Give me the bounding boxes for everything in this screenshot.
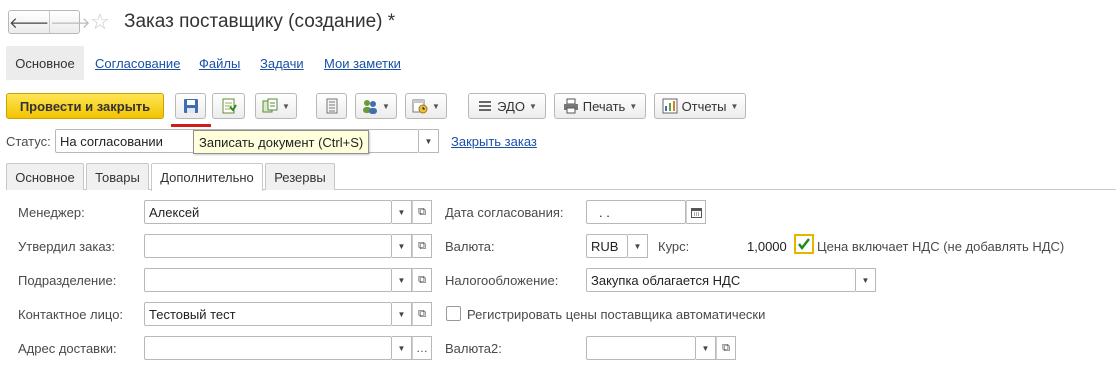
create-based-on-icon xyxy=(262,98,278,113)
chevron-down-icon: ▼ xyxy=(432,101,440,111)
reports-button-label: Отчеты xyxy=(681,98,727,114)
contact-field[interactable]: Тестовый тест xyxy=(144,302,392,326)
history-nav: 🡐 🡒 xyxy=(8,10,90,34)
favorite-star-icon[interactable]: ☆ xyxy=(90,9,110,35)
manager-dropdown-icon[interactable]: ▼ xyxy=(392,200,412,224)
tab-reserves[interactable]: Резервы xyxy=(265,163,335,190)
delivery-address-field[interactable] xyxy=(144,336,392,360)
approval-date-field[interactable]: . . xyxy=(586,200,686,224)
page-title: Заказ поставщику (создание) * xyxy=(124,11,396,32)
manager-value: Алексей xyxy=(149,204,200,220)
edo-button[interactable]: ЭДО ▼ xyxy=(468,93,546,119)
currency2-field[interactable] xyxy=(586,336,696,360)
tab-main-label: Основное xyxy=(15,169,75,185)
calendar-icon[interactable] xyxy=(686,200,706,224)
close-order-link[interactable]: Закрыть заказ xyxy=(451,134,537,149)
department-field[interactable] xyxy=(144,268,392,292)
currency2-dropdown-icon[interactable]: ▼ xyxy=(696,336,716,360)
tab-goods[interactable]: Товары xyxy=(86,163,149,190)
forward-arrow-icon[interactable]: 🡒 xyxy=(49,11,90,33)
floppy-disk-icon xyxy=(183,99,198,113)
contact-open-icon[interactable]: ⧉ xyxy=(412,302,432,326)
approved-by-label: Утвердил заказ: xyxy=(18,239,115,254)
printer-icon xyxy=(563,98,578,114)
top-tab-files[interactable]: Файлы xyxy=(199,56,240,71)
document-list-icon xyxy=(326,98,337,114)
contact-value: Тестовый тест xyxy=(149,306,236,322)
checkmark-icon xyxy=(798,238,810,251)
create-based-on-button[interactable]: ▼ xyxy=(255,93,297,119)
approved-by-field[interactable] xyxy=(144,234,392,258)
taxation-value: Закупка облагается НДС xyxy=(591,272,741,288)
tab-additional-label: Дополнительно xyxy=(160,170,254,185)
department-label: Подразделение: xyxy=(18,273,117,288)
calendar-glyph-icon xyxy=(690,207,702,218)
vat-included-checkbox[interactable] xyxy=(794,234,814,254)
tab-goods-label: Товары xyxy=(95,169,140,185)
save-highlight xyxy=(171,124,211,127)
chevron-down-icon: ▼ xyxy=(382,101,390,111)
manager-field[interactable]: Алексей xyxy=(144,200,392,224)
vat-included-label[interactable]: Цена включает НДС (не добавлять НДС) xyxy=(817,239,1064,254)
chevron-down-icon: ▼ xyxy=(629,101,638,111)
contact-label: Контактное лицо: xyxy=(18,307,124,322)
taxation-label: Налогообложение: xyxy=(445,273,559,288)
register-prices-checkbox[interactable] xyxy=(446,306,461,321)
manager-open-icon[interactable]: ⧉ xyxy=(412,200,432,224)
reminder-button[interactable]: ▼ xyxy=(405,93,447,119)
tab-additional[interactable]: Дополнительно xyxy=(151,163,263,191)
top-tab-tasks[interactable]: Задачи xyxy=(260,56,304,71)
edo-stack-icon xyxy=(479,101,492,111)
post-button[interactable] xyxy=(212,93,245,119)
print-button[interactable]: Печать ▼ xyxy=(554,93,646,119)
print-button-label: Печать xyxy=(582,98,626,114)
document-structure-button[interactable] xyxy=(316,93,347,119)
currency2-open-icon[interactable]: ⧉ xyxy=(716,336,736,360)
approval-date-value: . . xyxy=(599,204,610,220)
top-tab-main[interactable]: Основное xyxy=(6,46,84,80)
currency-label: Валюта: xyxy=(445,239,495,254)
back-arrow-icon[interactable]: 🡐 xyxy=(9,11,49,33)
chevron-down-icon: ▼ xyxy=(730,101,739,111)
top-tab-main-label: Основное xyxy=(15,55,75,71)
approved-by-dropdown-icon[interactable]: ▼ xyxy=(392,234,412,258)
department-dropdown-icon[interactable]: ▼ xyxy=(392,268,412,292)
reports-button[interactable]: Отчеты ▼ xyxy=(654,93,746,119)
rate-label: Курс: xyxy=(658,239,690,254)
taxation-dropdown-icon[interactable]: ▼ xyxy=(856,268,876,292)
tab-main[interactable]: Основное xyxy=(6,163,84,190)
top-tab-approval[interactable]: Согласование xyxy=(95,56,180,71)
delivery-address-more-icon[interactable]: … xyxy=(412,336,432,360)
post-document-icon xyxy=(222,98,237,114)
register-prices-label[interactable]: Регистрировать цены поставщика автоматич… xyxy=(467,307,765,322)
currency-field[interactable]: RUB xyxy=(586,234,628,258)
status-label: Статус: xyxy=(6,134,51,149)
approval-date-label: Дата согласования: xyxy=(445,205,564,220)
manager-label: Менеджер: xyxy=(18,205,85,220)
currency-value: RUB xyxy=(591,238,619,254)
tab-reserves-label: Резервы xyxy=(274,169,326,185)
chevron-down-icon: ▼ xyxy=(282,101,290,111)
status-value: На согласовании xyxy=(60,133,163,149)
contact-dropdown-icon[interactable]: ▼ xyxy=(392,302,412,326)
currency2-label: Валюта2: xyxy=(445,341,502,356)
edo-button-label: ЭДО xyxy=(497,98,525,114)
calendar-clock-icon xyxy=(412,99,428,114)
users-button[interactable]: ▼ xyxy=(355,93,397,119)
save-tooltip: Записать документ (Ctrl+S) xyxy=(193,130,370,154)
delivery-address-dropdown-icon[interactable]: ▼ xyxy=(392,336,412,360)
taxation-field[interactable]: Закупка облагается НДС xyxy=(586,268,856,292)
users-icon xyxy=(363,100,378,114)
status-dropdown-icon[interactable]: ▼ xyxy=(419,129,439,153)
chevron-down-icon: ▼ xyxy=(528,101,537,111)
save-button[interactable] xyxy=(175,93,206,119)
reports-icon xyxy=(662,98,678,114)
department-open-icon[interactable]: ⧉ xyxy=(412,268,432,292)
delivery-address-label: Адрес доставки: xyxy=(18,341,117,356)
rate-value: 1,0000 xyxy=(747,239,787,254)
top-tab-notes[interactable]: Мои заметки xyxy=(324,56,401,71)
approved-by-open-icon[interactable]: ⧉ xyxy=(412,234,432,258)
post-and-close-button[interactable]: Провести и закрыть xyxy=(6,93,164,119)
currency-dropdown-icon[interactable]: ▼ xyxy=(628,234,648,258)
